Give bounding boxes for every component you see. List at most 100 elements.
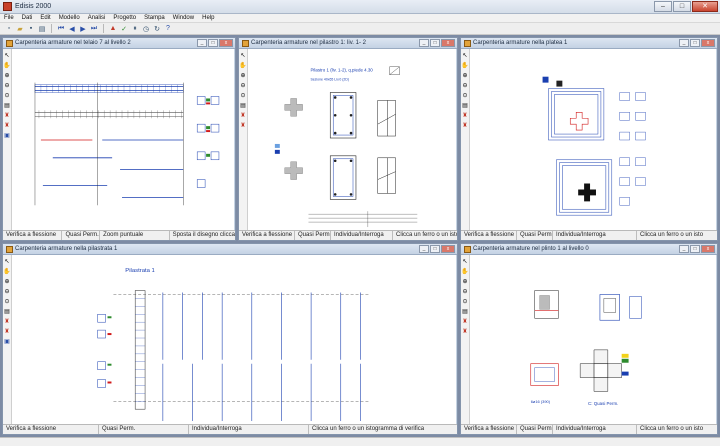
drawing-canvas[interactable]: Pilastrata 1 [13, 255, 457, 424]
zoom-icon[interactable]: ⊕ [240, 72, 247, 79]
pan-icon[interactable]: ✋ [3, 62, 10, 69]
stirrup-icon[interactable]: ♜ [462, 328, 469, 335]
window-pilastrata[interactable]: Carpenteria armature nella pilastrata 1 … [2, 243, 458, 435]
close-button[interactable]: ✕ [692, 1, 718, 12]
window-telaio[interactable]: Carpenteria armature nel telaio 7 al liv… [2, 37, 236, 241]
menu-help[interactable]: Help [198, 15, 218, 21]
save-icon[interactable]: ▪ [26, 24, 36, 34]
calc-icon[interactable]: ▲ [108, 24, 118, 34]
pointer-icon[interactable]: ↖ [4, 258, 11, 265]
window-platea[interactable]: Carpenteria armature nella platea 1 _ □ … [460, 37, 718, 241]
pan-icon[interactable]: ✋ [3, 268, 10, 275]
last-icon[interactable]: ⏭ [89, 24, 99, 34]
menu-window[interactable]: Window [169, 15, 198, 21]
rebar-icon[interactable]: ♜ [462, 112, 469, 119]
pan-icon[interactable]: ✋ [239, 62, 246, 69]
rebar-icon[interactable]: ♜ [462, 318, 469, 325]
zoom-icon[interactable]: ⊕ [4, 278, 11, 285]
zoom-window-icon[interactable]: ⊙ [462, 298, 469, 305]
close-button[interactable]: x [441, 39, 455, 47]
close-button[interactable]: x [701, 39, 715, 47]
zoom-out-icon[interactable]: ⊖ [4, 82, 11, 89]
minimize-button[interactable]: _ [679, 245, 689, 253]
rebar-icon[interactable]: ♜ [240, 112, 247, 119]
section-icon[interactable]: ▣ [4, 338, 11, 345]
maximize-button[interactable]: □ [690, 245, 700, 253]
stirrup-icon[interactable]: ♜ [240, 122, 247, 129]
zoom-out-icon[interactable]: ⊖ [462, 82, 469, 89]
window-titlebar[interactable]: Carpenteria armature nella platea 1 _ □ … [461, 38, 717, 49]
menu-dati[interactable]: Dati [18, 15, 37, 21]
window-title: Carpenteria armature nel plinto 1 al liv… [473, 246, 589, 252]
minimize-button[interactable]: – [654, 1, 672, 12]
section-icon[interactable]: ▣ [4, 132, 11, 139]
close-button[interactable]: x [441, 245, 455, 253]
minimize-button[interactable]: _ [419, 39, 429, 47]
close-button[interactable]: x [219, 39, 233, 47]
help-icon[interactable]: ? [163, 24, 173, 34]
zoom-window-icon[interactable]: ⊙ [4, 298, 11, 305]
pause-icon[interactable]: ⏸ [130, 24, 140, 34]
window-titlebar[interactable]: Carpenteria armature nel pilastro 1: liv… [239, 38, 457, 49]
menu-progetto[interactable]: Progetto [109, 15, 140, 21]
menu-analisi[interactable]: Analisi [84, 15, 110, 21]
zoom-window-icon[interactable]: ⊙ [462, 92, 469, 99]
minimize-button[interactable]: _ [679, 39, 689, 47]
drawing-canvas[interactable] [13, 49, 235, 230]
menu-file[interactable]: File [0, 15, 18, 21]
print-icon[interactable]: ▤ [240, 102, 247, 109]
pointer-icon[interactable]: ↖ [462, 258, 469, 265]
pointer-icon[interactable]: ↖ [4, 52, 11, 59]
zoom-out-icon[interactable]: ⊖ [240, 82, 247, 89]
window-plinto[interactable]: Carpenteria armature nel plinto 1 al liv… [460, 243, 718, 435]
maximize-button[interactable]: □ [430, 245, 440, 253]
menu-modello[interactable]: Modello [55, 15, 84, 21]
window-titlebar[interactable]: Carpenteria armature nella pilastrata 1 … [3, 244, 457, 255]
zoom-out-icon[interactable]: ⊖ [462, 288, 469, 295]
next-icon[interactable]: ▶ [78, 24, 88, 34]
print-icon[interactable]: ▤ [4, 308, 11, 315]
print-icon[interactable]: ▤ [4, 102, 11, 109]
maximize-button[interactable]: □ [673, 1, 691, 12]
stirrup-icon[interactable]: ♜ [4, 122, 11, 129]
drawing-canvas[interactable]: 6ø16 (390) C: Quasi Perm. [471, 255, 717, 424]
previous-icon[interactable]: ◀ [67, 24, 77, 34]
stirrup-icon[interactable]: ♜ [462, 122, 469, 129]
minimize-button[interactable]: _ [419, 245, 429, 253]
window-titlebar[interactable]: Carpenteria armature nel plinto 1 al liv… [461, 244, 717, 255]
rebar-icon[interactable]: ♜ [4, 112, 11, 119]
print-icon[interactable]: ▤ [462, 308, 469, 315]
print-icon[interactable]: ▤ [462, 102, 469, 109]
pointer-icon[interactable]: ↖ [462, 52, 469, 59]
zoom-icon[interactable]: ⊕ [462, 72, 469, 79]
pan-icon[interactable]: ✋ [461, 62, 468, 69]
window-pilastro[interactable]: Carpenteria armature nel pilastro 1: liv… [238, 37, 458, 241]
check-icon[interactable]: ✓ [119, 24, 129, 34]
minimize-button[interactable]: _ [197, 39, 207, 47]
first-icon[interactable]: ⏮ [56, 24, 66, 34]
print-icon[interactable]: ▤ [37, 24, 47, 34]
new-icon[interactable]: ▫ [4, 24, 14, 34]
open-icon[interactable]: ▰ [15, 24, 25, 34]
zoom-out-icon[interactable]: ⊖ [4, 288, 11, 295]
maximize-button[interactable]: □ [690, 39, 700, 47]
zoom-window-icon[interactable]: ⊙ [4, 92, 11, 99]
timer-icon[interactable]: ◷ [141, 24, 151, 34]
window-titlebar[interactable]: Carpenteria armature nel telaio 7 al liv… [3, 38, 235, 49]
drawing-canvas[interactable] [471, 49, 717, 230]
zoom-icon[interactable]: ⊕ [4, 72, 11, 79]
pointer-icon[interactable]: ↖ [240, 52, 247, 59]
rebar-icon[interactable]: ♜ [4, 318, 11, 325]
beam-rebar-drawing [34, 82, 220, 206]
menu-edit[interactable]: Edit [36, 15, 54, 21]
zoom-window-icon[interactable]: ⊙ [240, 92, 247, 99]
menu-stampa[interactable]: Stampa [140, 15, 169, 21]
close-button[interactable]: x [701, 245, 715, 253]
stirrup-icon[interactable]: ♜ [4, 328, 11, 335]
maximize-button[interactable]: □ [208, 39, 218, 47]
maximize-button[interactable]: □ [430, 39, 440, 47]
zoom-icon[interactable]: ⊕ [462, 278, 469, 285]
refresh-icon[interactable]: ↻ [152, 24, 162, 34]
pan-icon[interactable]: ✋ [461, 268, 468, 275]
drawing-canvas[interactable]: Pilastro 1 (liv. 1-2), q.piede 4.30 Sezi… [249, 49, 457, 230]
